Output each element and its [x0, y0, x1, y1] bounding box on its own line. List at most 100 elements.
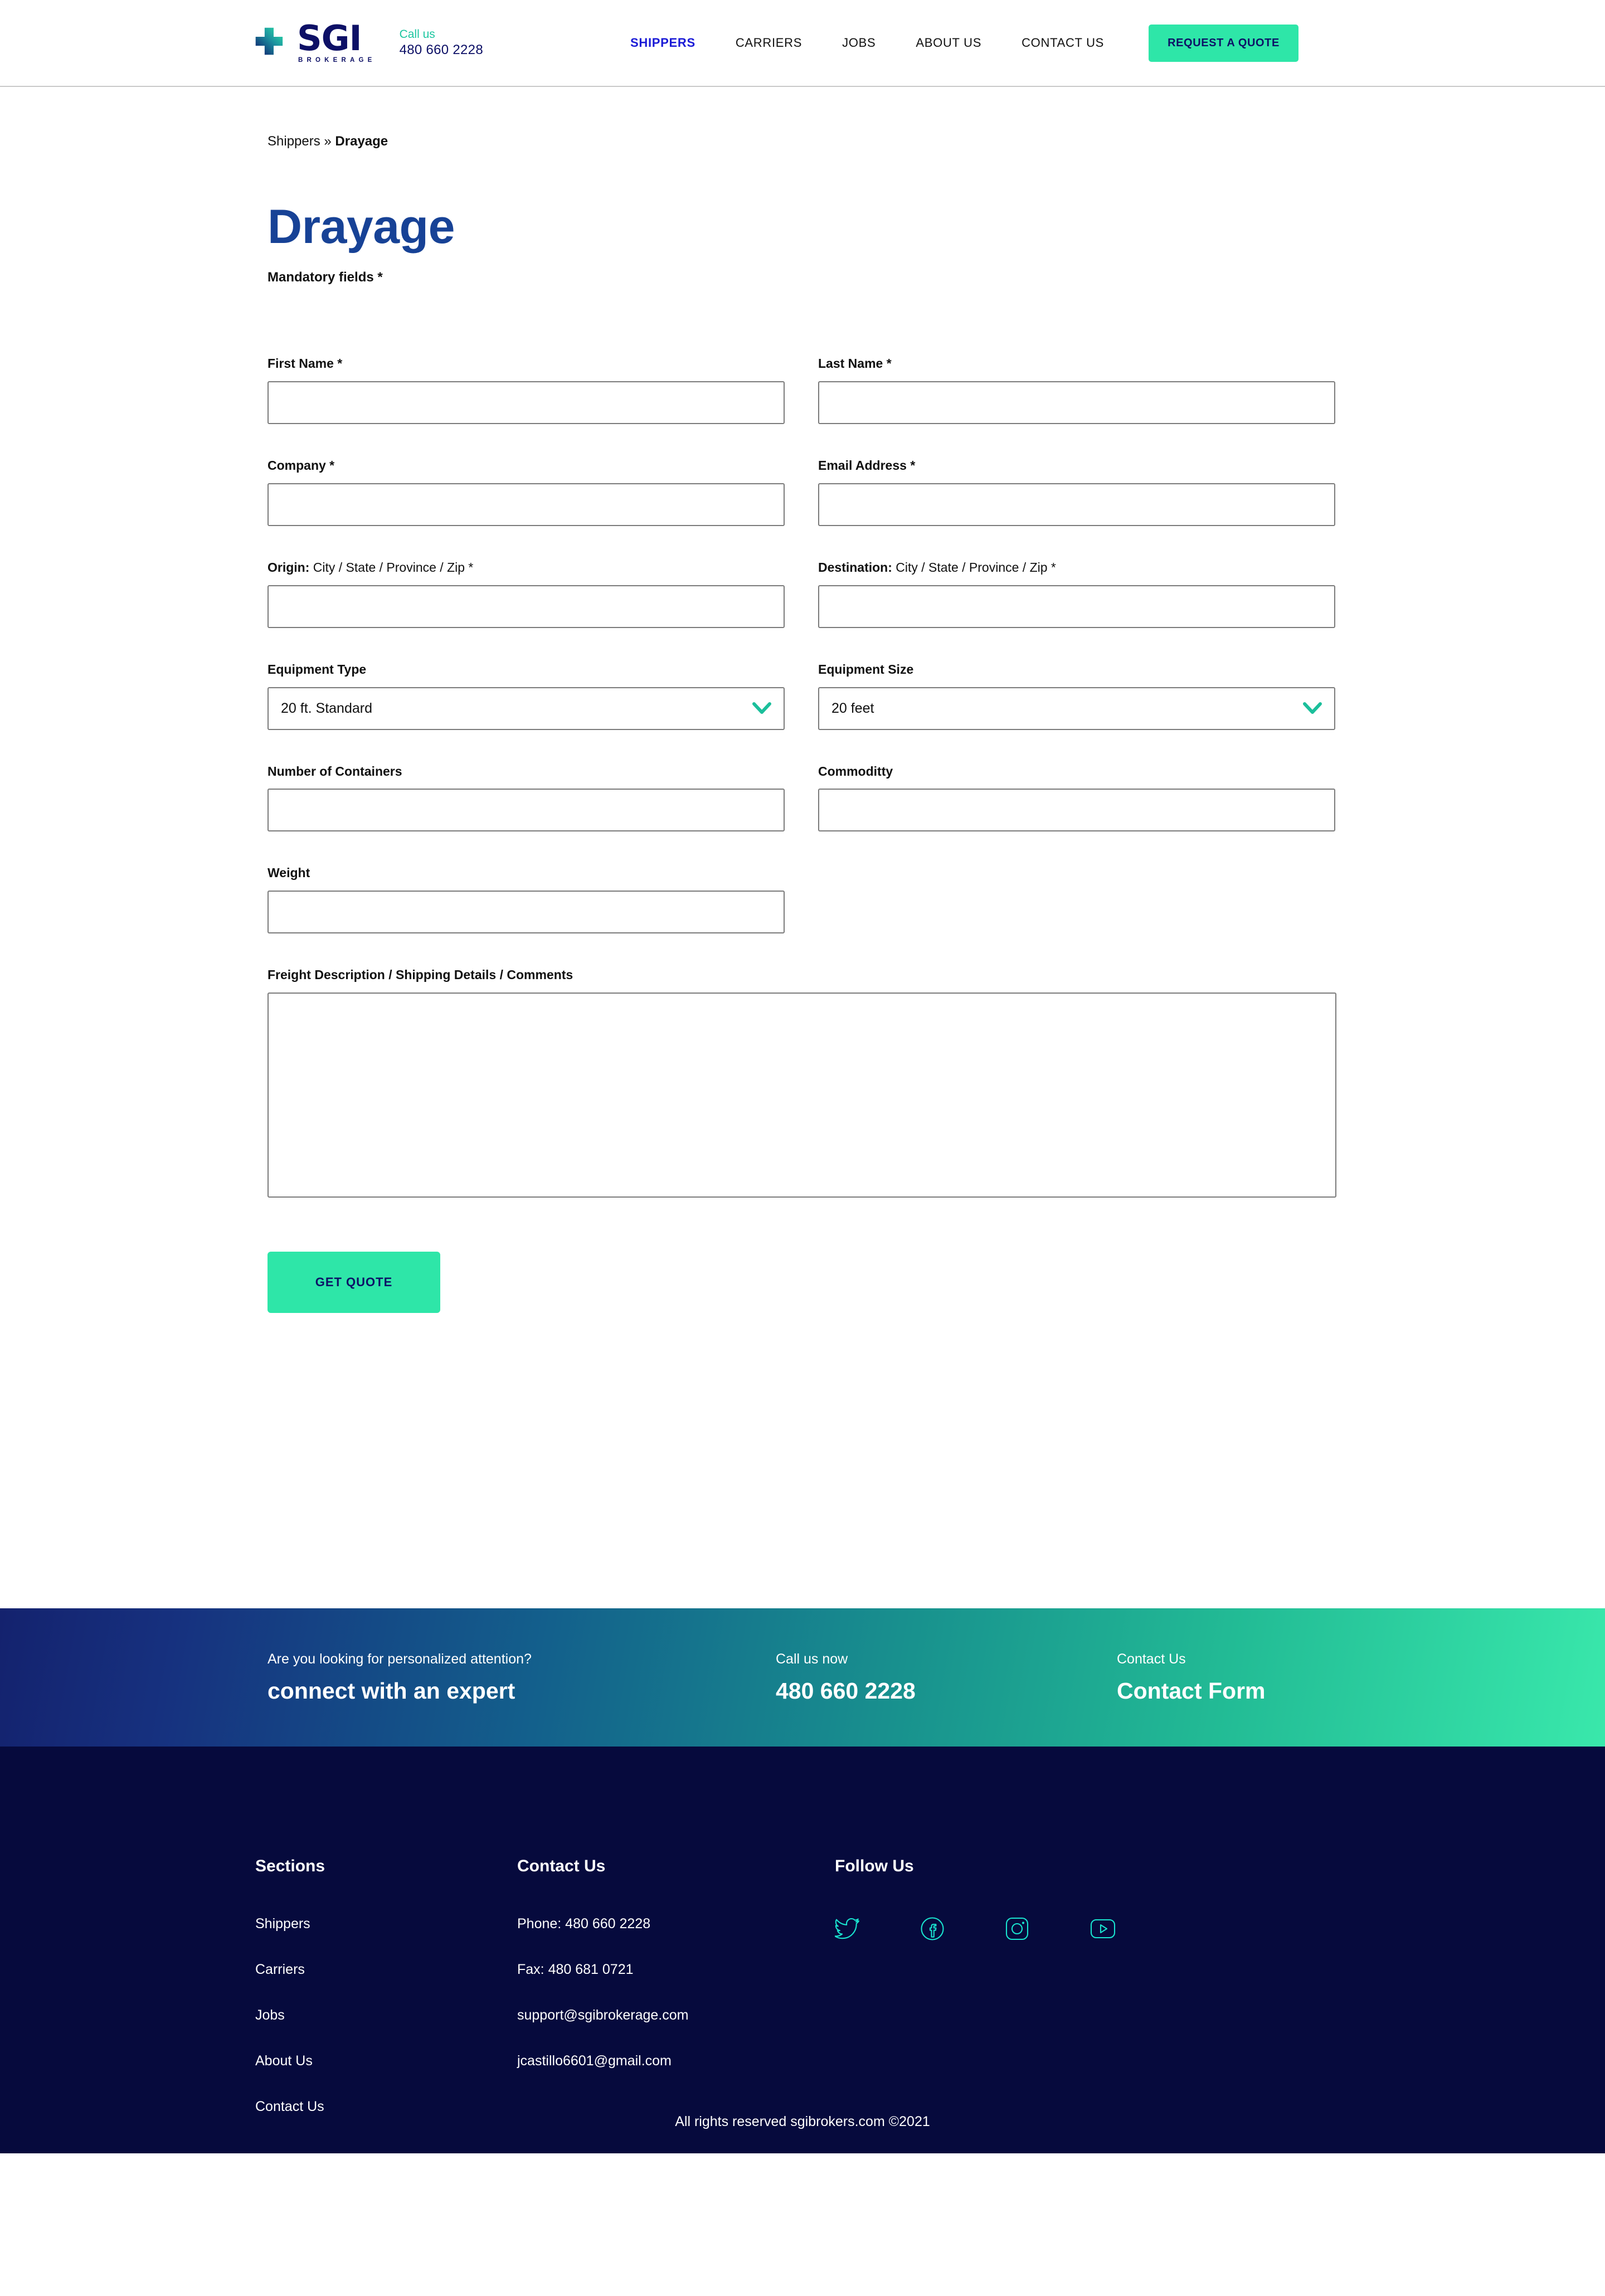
footer-column-follow: Follow Us	[834, 1857, 1225, 1940]
drayage-quote-form: First Name * Last Name * Company * Email…	[268, 356, 1338, 1314]
nav-item-jobs[interactable]: JOBS	[822, 36, 896, 50]
nav-item-shippers[interactable]: SHIPPERS	[610, 36, 716, 50]
footer-fax: Fax: 480 681 0721	[517, 1962, 634, 1977]
page-title: Drayage	[268, 200, 455, 254]
footer-link-contact-us[interactable]: Contact Us	[255, 2100, 324, 2114]
footer-contact-heading: Contact Us	[517, 1857, 606, 1875]
origin-label-bold: Origin:	[268, 560, 310, 575]
field-equipment-size: Equipment Size 20 feet	[818, 661, 1335, 730]
field-company: Company *	[268, 458, 785, 526]
number-of-containers-input[interactable]	[268, 789, 785, 832]
cta-column-contact: Contact Us Contact Form	[1117, 1651, 1395, 1704]
brand-tagline: BROKERAGE	[298, 57, 376, 64]
weight-input[interactable]	[268, 891, 785, 934]
nav-item-carriers[interactable]: CARRIERS	[716, 36, 822, 50]
footer-link-shippers[interactable]: Shippers	[255, 1917, 310, 1931]
get-quote-button[interactable]: GET QUOTE	[268, 1252, 440, 1314]
footer-link-jobs[interactable]: Jobs	[255, 2008, 285, 2022]
cta-expert-subtitle: Are you looking for personalized attenti…	[268, 1651, 532, 1667]
facebook-icon[interactable]	[921, 1917, 944, 1940]
footer-columns: Sections Shippers Carriers Jobs About Us…	[255, 1858, 1605, 2146]
field-email-address: Email Address *	[818, 458, 1335, 526]
youtube-icon[interactable]	[1090, 1919, 1116, 1939]
page-content: Shippers » Drayage Drayage Mandatory fie…	[0, 87, 1605, 1608]
cta-column-call: Call us now 480 660 2228	[776, 1651, 1117, 1704]
footer-follow-heading: Follow Us	[835, 1857, 914, 1875]
footer-sections-heading: Sections	[255, 1857, 325, 1875]
field-destination: Destination: City / State / Province / Z…	[818, 560, 1335, 628]
footer-link-carriers[interactable]: Carriers	[255, 1963, 305, 1977]
weight-label: Weight	[268, 865, 310, 881]
equipment-type-select[interactable]: 20 ft. Standard	[268, 687, 785, 730]
sgi-cross-logo-icon	[254, 26, 288, 60]
grid-gap	[785, 763, 818, 865]
brand-logo[interactable]: SGI BROKERAGE	[254, 17, 376, 64]
footer-link-about-us[interactable]: About Us	[255, 2054, 313, 2068]
header-inner: SGI BROKERAGE Call us 480 660 2228 SHIPP…	[0, 17, 1605, 64]
footer-email-support[interactable]: support@sgibrokerage.com	[517, 2008, 688, 2022]
site-header: SGI BROKERAGE Call us 480 660 2228 SHIPP…	[0, 0, 1605, 87]
equipment-size-label: Equipment Size	[818, 661, 914, 677]
destination-label-rest: City / State / Province / Zip *	[892, 560, 1056, 575]
field-commodity: Commoditty	[818, 763, 1335, 832]
destination-label: Destination: City / State / Province / Z…	[818, 560, 1335, 576]
equipment-type-select-wrap: 20 ft. Standard	[268, 687, 785, 730]
header-call-block: Call us 480 660 2228	[400, 27, 483, 59]
cta-banner: Are you looking for personalized attenti…	[0, 1608, 1605, 1747]
field-freight-description: Freight Description / Shipping Details /…	[268, 967, 1336, 1200]
breadcrumb-separator: »	[320, 134, 335, 149]
cta-phone-number[interactable]: 480 660 2228	[776, 1679, 1117, 1704]
nav-item-about-us[interactable]: ABOUT US	[896, 36, 1001, 50]
main-navigation: SHIPPERS CARRIERS JOBS ABOUT US CONTACT …	[610, 24, 1298, 62]
origin-input[interactable]	[268, 585, 785, 628]
twitter-icon[interactable]	[834, 1918, 860, 1939]
grid-gap	[785, 560, 818, 661]
cta-contact-form-link[interactable]: Contact Form	[1117, 1679, 1395, 1704]
field-origin: Origin: City / State / Province / Zip *	[268, 560, 785, 628]
commodity-input[interactable]	[818, 789, 1335, 832]
commodity-label: Commoditty	[818, 763, 893, 779]
freight-description-label: Freight Description / Shipping Details /…	[268, 967, 573, 982]
cta-connect-with-expert-link[interactable]: connect with an expert	[268, 1679, 776, 1704]
breadcrumb: Shippers » Drayage	[268, 134, 1338, 149]
company-label: Company *	[268, 458, 335, 473]
header-phone-number[interactable]: 480 660 2228	[400, 42, 483, 59]
grid-gap	[818, 865, 1335, 967]
destination-label-bold: Destination:	[818, 560, 892, 575]
destination-input[interactable]	[818, 585, 1335, 628]
brand-name: SGI	[297, 17, 362, 59]
last-name-label: Last Name *	[818, 356, 892, 371]
equipment-type-label: Equipment Type	[268, 661, 367, 677]
cta-call-subtitle: Call us now	[776, 1651, 848, 1667]
first-name-input[interactable]	[268, 381, 785, 424]
footer-copyright: All rights reserved sgibrokers.com ©2021	[675, 2114, 930, 2129]
cta-column-expert: Are you looking for personalized attenti…	[268, 1651, 776, 1704]
nav-item-contact-us[interactable]: CONTACT US	[1001, 36, 1124, 50]
field-weight: Weight	[268, 865, 785, 934]
grid-gap	[785, 356, 818, 458]
grid-gap	[785, 661, 818, 763]
freight-description-textarea[interactable]	[268, 993, 1336, 1198]
brand-wordmark: SGI BROKERAGE	[297, 17, 376, 64]
breadcrumb-parent[interactable]: Shippers	[268, 134, 320, 149]
origin-label-rest: City / State / Province / Zip *	[309, 560, 474, 575]
footer-phone: Phone: 480 660 2228	[517, 1916, 651, 1932]
footer-email-personal[interactable]: jcastillo6601@gmail.com	[517, 2054, 672, 2068]
grid-gap	[785, 458, 818, 560]
field-number-of-containers: Number of Containers	[268, 763, 785, 832]
field-first-name: First Name *	[268, 356, 785, 424]
request-a-quote-button[interactable]: REQUEST A QUOTE	[1149, 24, 1298, 62]
email-address-input[interactable]	[818, 483, 1335, 526]
email-address-label: Email Address *	[818, 458, 916, 473]
site-footer: Sections Shippers Carriers Jobs About Us…	[0, 1747, 1605, 2153]
cta-contact-subtitle: Contact Us	[1117, 1651, 1186, 1667]
submit-row: GET QUOTE	[268, 1252, 1335, 1314]
footer-column-contact: Contact Us Phone: 480 660 2228 Fax: 480 …	[517, 1858, 835, 2100]
instagram-icon[interactable]	[1005, 1917, 1029, 1940]
breadcrumb-current: Drayage	[335, 134, 388, 149]
equipment-size-select[interactable]: 20 feet	[818, 687, 1335, 730]
last-name-input[interactable]	[818, 381, 1335, 424]
company-input[interactable]	[268, 483, 785, 526]
field-last-name: Last Name *	[818, 356, 1335, 424]
call-us-label: Call us	[399, 27, 435, 41]
